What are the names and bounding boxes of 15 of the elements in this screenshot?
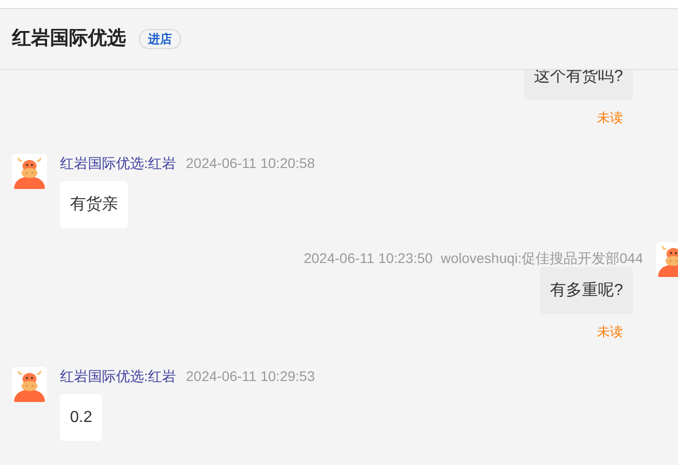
message-bubble: 有货亲 [60, 180, 128, 228]
unread-status: 未读 [597, 322, 623, 340]
store-title: 红岩国际优选 [12, 26, 126, 51]
message-time: 2024-06-11 10:20:58 [186, 154, 315, 172]
sender-name: 红岩国际优选:红岩 [60, 367, 176, 386]
message-bubble: 0.2 [60, 394, 102, 441]
message-bubble: 有多重呢? [540, 266, 633, 314]
message-time: 2024-06-11 10:23:50 [304, 248, 433, 268]
bull-avatar-icon [12, 367, 47, 402]
sender-name: 红岩国际优选:红岩 [60, 154, 176, 172]
unread-status: 未读 [597, 109, 623, 127]
sender-name: woloveshuqi:促佳搜品开发部044 [440, 248, 643, 268]
enter-store-button[interactable]: 进店 [139, 29, 181, 49]
message-time: 2024-06-11 10:29:53 [186, 367, 315, 386]
bull-avatar-icon [12, 154, 47, 188]
